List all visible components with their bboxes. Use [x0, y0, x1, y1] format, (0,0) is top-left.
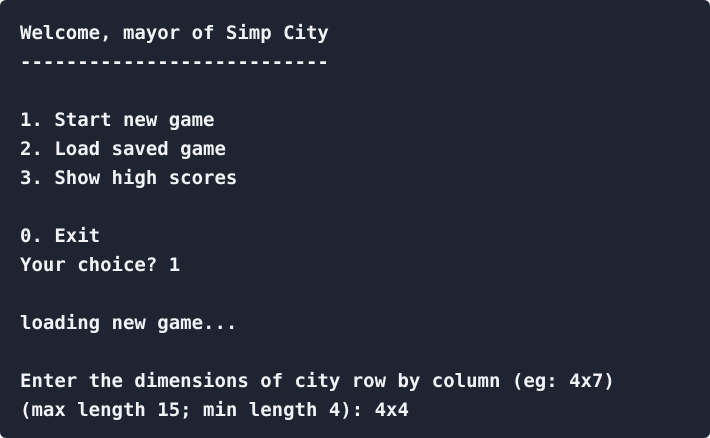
- dimensions-input-line: (max length 15; min length 4): 4x4: [20, 399, 409, 421]
- menu-option-start: 1. Start new game: [20, 109, 215, 131]
- choice-prompt: Your choice? 1: [20, 254, 181, 276]
- loading-message: loading new game...: [20, 312, 238, 334]
- terminal-output: Welcome, mayor of Simp City ------------…: [0, 0, 710, 438]
- separator-line: ---------------------------: [20, 51, 329, 73]
- welcome-line: Welcome, mayor of Simp City: [20, 22, 329, 44]
- dimensions-prompt: Enter the dimensions of city row by colu…: [20, 370, 615, 392]
- menu-option-scores: 3. Show high scores: [20, 167, 238, 189]
- menu-option-load: 2. Load saved game: [20, 138, 226, 160]
- menu-option-exit: 0. Exit: [20, 225, 101, 247]
